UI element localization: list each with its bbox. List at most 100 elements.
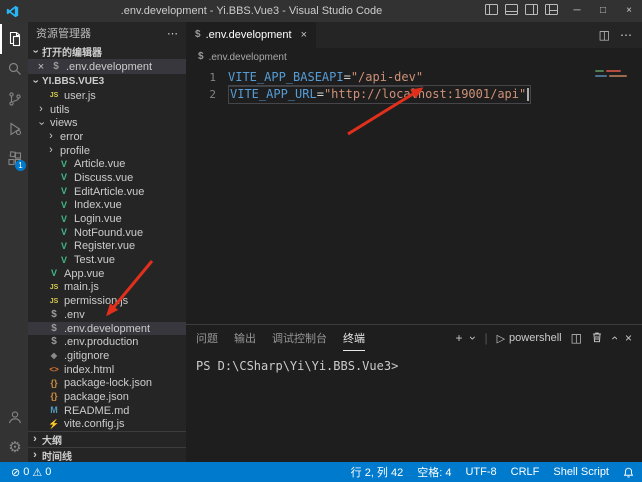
eol-sequence[interactable]: CRLF bbox=[511, 466, 540, 478]
source-control-icon[interactable] bbox=[0, 84, 28, 114]
tree-item-main-js[interactable]: JSmain.js bbox=[28, 281, 186, 295]
tree-folder-utils[interactable]: ›utils bbox=[28, 103, 186, 117]
activity-bar-spacer bbox=[0, 174, 28, 402]
warning-icon: ⚠ bbox=[32, 466, 42, 479]
window-title: .env.development - Yi.BBS.Vue3 - Visual … bbox=[24, 5, 479, 17]
sidebar-more-actions-icon[interactable]: ⋯ bbox=[167, 27, 178, 40]
project-name-label: YI.BBS.VUE3 bbox=[42, 76, 104, 87]
customize-layout-icon[interactable] bbox=[545, 3, 558, 19]
tab-problems[interactable]: 问题 bbox=[196, 325, 218, 351]
split-terminal-icon[interactable]: ◫ bbox=[571, 331, 582, 345]
tree-item-env[interactable]: $.env bbox=[28, 308, 186, 322]
vue-icon: V bbox=[58, 256, 70, 265]
tree-item-notfound-vue[interactable]: VNotFound.vue bbox=[28, 226, 186, 240]
file-label: index.html bbox=[64, 364, 114, 376]
code-text: VITE_APP_URL="http://localhost:19001/api… bbox=[228, 85, 531, 104]
tree-item-env-development[interactable]: $.env.development bbox=[28, 322, 186, 336]
tree-item-readme-md[interactable]: MREADME.md bbox=[28, 404, 186, 418]
code-line-1[interactable]: 1 VITE_APP_BASEAPI="/api-dev" bbox=[186, 69, 642, 86]
tree-item-index-html[interactable]: <>index.html bbox=[28, 363, 186, 377]
minimap-mark bbox=[595, 70, 604, 72]
tree-item-permission-js[interactable]: JSpermission.js bbox=[28, 294, 186, 308]
notifications-bell-icon[interactable] bbox=[623, 467, 634, 478]
toggle-panel-icon[interactable] bbox=[505, 3, 518, 19]
tree-item-login-vue[interactable]: VLogin.vue bbox=[28, 212, 186, 226]
folder-label: profile bbox=[60, 145, 90, 157]
tree-item-index-vue[interactable]: VIndex.vue bbox=[28, 199, 186, 213]
minimap[interactable] bbox=[595, 70, 639, 77]
run-debug-icon[interactable] bbox=[0, 114, 28, 144]
terminal-content[interactable]: PS D:\CSharp\Yi\Yi.BBS.Vue3> bbox=[186, 351, 642, 462]
tree-item-env-production[interactable]: $.env.production bbox=[28, 335, 186, 349]
breadcrumb-file: .env.development bbox=[209, 52, 287, 63]
breadcrumb[interactable]: $ .env.development bbox=[186, 48, 642, 66]
tree-item-article-vue[interactable]: VArticle.vue bbox=[28, 157, 186, 171]
timeline-section[interactable]: › 时间线 bbox=[28, 447, 186, 462]
tab-env-development[interactable]: $ .env.development × bbox=[186, 22, 316, 48]
account-icon[interactable] bbox=[0, 402, 28, 432]
open-editor-item[interactable]: × $ .env.development bbox=[28, 59, 186, 74]
operator: = bbox=[317, 87, 324, 101]
encoding[interactable]: UTF-8 bbox=[465, 466, 496, 478]
status-bar: ⊘ 0 ⚠ 0 行 2, 列 42 空格: 4 UTF-8 CRLF Shell… bbox=[0, 462, 642, 482]
chevron-down-icon: › bbox=[30, 76, 40, 87]
file-label: EditArticle.vue bbox=[74, 186, 144, 198]
close-editor-icon[interactable]: × bbox=[36, 61, 46, 73]
split-editor-icon[interactable]: ◫ bbox=[599, 28, 610, 42]
more-actions-icon[interactable]: ⋯ bbox=[620, 28, 632, 42]
vue-icon: V bbox=[58, 187, 70, 196]
tree-folder-views[interactable]: ›views bbox=[28, 116, 186, 130]
cursor-position[interactable]: 行 2, 列 42 bbox=[351, 464, 404, 480]
indentation[interactable]: 空格: 4 bbox=[417, 464, 451, 480]
terminal-instance[interactable]: ▷ powershell bbox=[497, 332, 562, 345]
editor-tab-bar: $ .env.development × ◫ ⋯ bbox=[186, 22, 642, 48]
tree-item-vite-config-js[interactable]: ⚡vite.config.js bbox=[28, 418, 186, 432]
open-editors-header[interactable]: › 打开的编辑器 bbox=[28, 44, 186, 59]
file-label: .gitignore bbox=[64, 350, 109, 362]
tab-debug-console[interactable]: 调试控制台 bbox=[272, 325, 327, 351]
close-window-button[interactable]: × bbox=[616, 0, 642, 22]
language-mode[interactable]: Shell Script bbox=[553, 466, 609, 478]
tree-folder-error[interactable]: ›error bbox=[28, 130, 186, 144]
tree-item-editarticle-vue[interactable]: V EditArticle.vue bbox=[28, 185, 186, 199]
tree-item-test-vue[interactable]: VTest.vue bbox=[28, 253, 186, 267]
file-label: README.md bbox=[64, 405, 129, 417]
chevron-right-icon: › bbox=[30, 434, 40, 445]
project-section-header[interactable]: › YI.BBS.VUE3 bbox=[28, 74, 186, 89]
toggle-secondary-sidebar-icon[interactable] bbox=[525, 3, 538, 19]
toggle-sidebar-icon[interactable] bbox=[485, 3, 498, 19]
tab-terminal[interactable]: 终端 bbox=[343, 325, 365, 351]
window-controls: ─ □ × bbox=[564, 0, 642, 22]
tree-item-package-json[interactable]: {}package.json bbox=[28, 390, 186, 404]
settings-gear-icon[interactable]: ⚙ bbox=[0, 432, 28, 462]
maximize-button[interactable]: □ bbox=[590, 0, 616, 22]
open-editor-filename: .env.development bbox=[66, 61, 152, 73]
tab-output[interactable]: 输出 bbox=[234, 325, 256, 351]
code-editor[interactable]: 1 VITE_APP_BASEAPI="/api-dev" 2 VITE_APP… bbox=[186, 66, 642, 324]
terminal-dropdown-icon[interactable]: › bbox=[471, 331, 475, 345]
problems-status[interactable]: ⊘ 0 ⚠ 0 bbox=[8, 466, 54, 479]
tree-item-user-js[interactable]: JSuser.js bbox=[28, 89, 186, 103]
close-tab-icon[interactable]: × bbox=[301, 29, 307, 41]
minimize-button[interactable]: ─ bbox=[564, 0, 590, 22]
tree-folder-profile[interactable]: ›profile bbox=[28, 144, 186, 158]
code-line-2[interactable]: 2 VITE_APP_URL="http://localhost:19001/a… bbox=[186, 86, 642, 103]
search-icon[interactable] bbox=[0, 54, 28, 84]
vite-icon: ⚡ bbox=[48, 420, 60, 429]
sidebar-title: 资源管理器 bbox=[36, 25, 91, 41]
new-terminal-icon[interactable]: + bbox=[455, 331, 462, 345]
tree-item-package-lock-json[interactable]: {}package-lock.json bbox=[28, 376, 186, 390]
tree-item-app-vue[interactable]: VApp.vue bbox=[28, 267, 186, 281]
tree-item-discuss-vue[interactable]: VDiscuss.vue bbox=[28, 171, 186, 185]
kill-terminal-icon[interactable] bbox=[591, 331, 603, 346]
close-panel-icon[interactable]: × bbox=[625, 331, 632, 345]
extensions-icon[interactable]: 1 bbox=[0, 144, 28, 174]
outline-section[interactable]: › 大纲 bbox=[28, 431, 186, 447]
maximize-panel-icon[interactable]: › bbox=[612, 331, 616, 345]
explorer-icon[interactable] bbox=[0, 24, 28, 54]
tree-item-gitignore[interactable]: ◆.gitignore bbox=[28, 349, 186, 363]
tree-item-register-vue[interactable]: VRegister.vue bbox=[28, 240, 186, 254]
folder-label: views bbox=[50, 117, 78, 129]
error-count: 0 bbox=[23, 466, 29, 478]
env-file-icon: $ bbox=[195, 30, 201, 40]
